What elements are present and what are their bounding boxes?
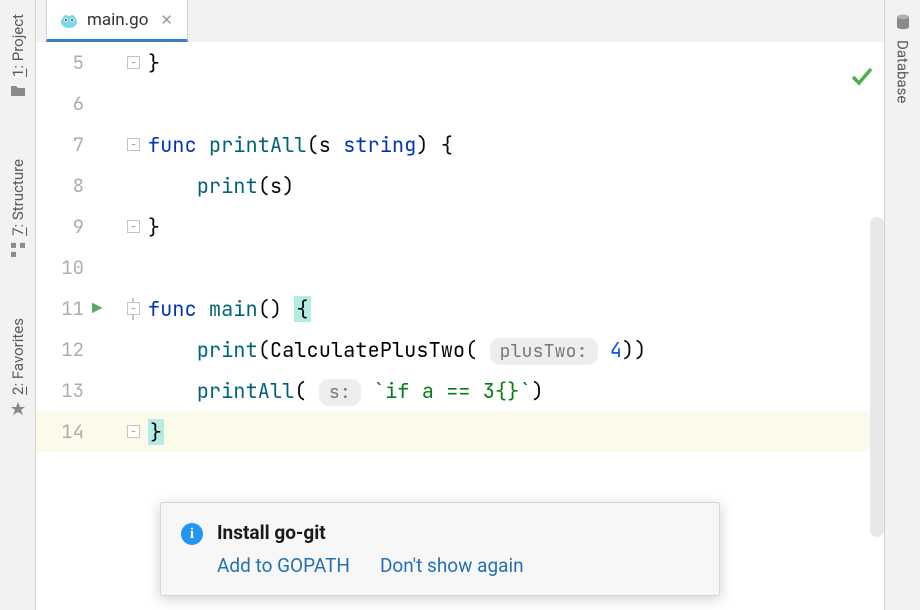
line-number: 10	[36, 255, 92, 280]
editor-area: main.go ✕ 5−}67−func printAll(s string) …	[36, 0, 884, 610]
star-icon	[10, 401, 26, 421]
code-content[interactable]: }	[144, 419, 884, 445]
tool-project[interactable]: 1: Project	[9, 0, 27, 117]
code-line-7[interactable]: 7 −func printAll(s string) {	[36, 124, 884, 165]
notification-action-add-gopath[interactable]: Add to GOPATH	[217, 554, 350, 577]
code-content[interactable]: func printAll(s string) {	[144, 132, 884, 158]
database-icon	[895, 14, 911, 34]
code-line-6[interactable]: 6	[36, 83, 884, 124]
tool-database-label: Database	[894, 40, 912, 103]
file-tab-main-go[interactable]: main.go ✕	[46, 0, 188, 42]
folder-icon	[10, 83, 26, 103]
code-line-5[interactable]: 5 −}	[36, 42, 884, 83]
code-content[interactable]: }	[144, 214, 884, 240]
code-line-13[interactable]: 13 printAll( s: `if a == 3{}`)	[36, 370, 884, 411]
code-content[interactable]: print(s)	[144, 173, 884, 199]
gutter: ▶−	[92, 298, 144, 320]
info-icon: i	[181, 523, 203, 545]
tool-database[interactable]: Database	[894, 0, 912, 117]
code-line-9[interactable]: 9 −}	[36, 206, 884, 247]
line-number: 14	[36, 419, 92, 444]
code-line-8[interactable]: 8 print(s)	[36, 165, 884, 206]
line-number: 12	[36, 337, 92, 362]
line-number: 9	[36, 214, 92, 239]
tab-bar: main.go ✕	[36, 0, 884, 42]
line-number: 8	[36, 173, 92, 198]
close-icon[interactable]: ✕	[160, 11, 173, 29]
tool-structure-label: 7: Structure	[9, 159, 27, 236]
line-number: 7	[36, 132, 92, 157]
code-content[interactable]: print(CalculatePlusTwo( plusTwo: 4))	[144, 337, 884, 363]
left-tool-strip: 1: Project 7: Structure 2: Favorites	[0, 0, 36, 610]
code-line-14[interactable]: 14 −}	[36, 411, 884, 452]
right-tool-strip: Database	[884, 0, 920, 610]
line-number: 13	[36, 378, 92, 403]
structure-icon	[10, 242, 26, 262]
tool-structure[interactable]: 7: Structure	[9, 145, 27, 276]
line-number: 11	[36, 296, 92, 321]
run-gutter-icon[interactable]: ▶	[92, 298, 102, 320]
fold-toggle-icon[interactable]: −	[127, 220, 140, 233]
tool-favorites-label: 2: Favorites	[9, 318, 27, 395]
line-number: 5	[36, 50, 92, 75]
fold-toggle-icon[interactable]: −	[127, 302, 140, 315]
code-content[interactable]: func main() {	[144, 296, 884, 322]
fold-toggle-icon[interactable]: −	[127, 56, 140, 69]
code-line-11[interactable]: 11▶−func main() {	[36, 288, 884, 329]
go-file-icon	[59, 10, 79, 30]
parameter-hint: plusTwo:	[490, 338, 598, 365]
tool-project-label: 1: Project	[9, 14, 27, 77]
file-tab-label: main.go	[87, 10, 148, 30]
inspection-ok-icon[interactable]	[850, 64, 874, 94]
code-line-10[interactable]: 10	[36, 247, 884, 288]
notification-popup: i Install go-git Add to GOPATH Don't sho…	[160, 502, 720, 596]
code-content[interactable]: printAll( s: `if a == 3{}`)	[144, 378, 884, 404]
fold-toggle-icon[interactable]: −	[127, 425, 140, 438]
fold-toggle-icon[interactable]: −	[127, 138, 140, 151]
editor-scrollbar-thumb[interactable]	[870, 217, 884, 537]
tool-favorites[interactable]: 2: Favorites	[9, 304, 27, 435]
parameter-hint: s:	[319, 379, 361, 406]
notification-action-dismiss[interactable]: Don't show again	[380, 554, 524, 577]
code-content[interactable]: }	[144, 50, 884, 76]
notification-title: Install go-git	[217, 521, 524, 544]
line-number: 6	[36, 91, 92, 116]
code-line-12[interactable]: 12 print(CalculatePlusTwo( plusTwo: 4))	[36, 329, 884, 370]
